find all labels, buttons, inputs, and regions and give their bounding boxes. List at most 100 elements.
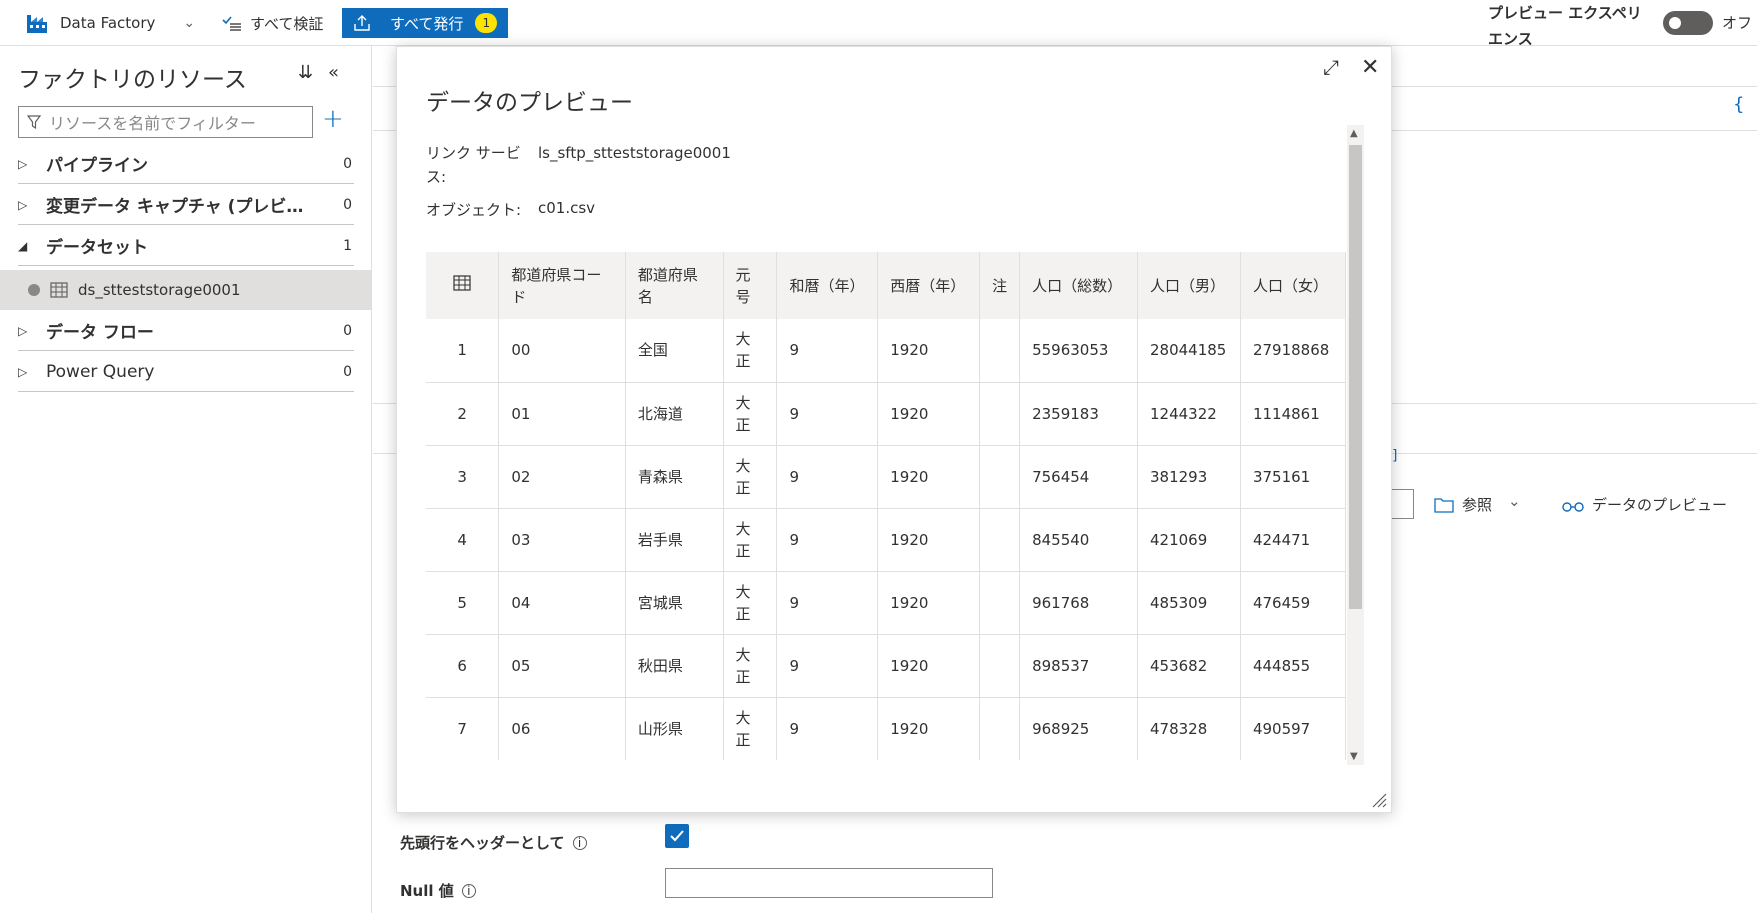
table-cell: 02 (498, 445, 626, 509)
table-cell: 1920 (877, 508, 981, 572)
column-header[interactable]: 元号 (723, 252, 778, 319)
toggle-state-label: オフ (1722, 14, 1753, 32)
table-cell: 岩手県 (625, 508, 724, 572)
null-value-text: Null 値 (400, 882, 454, 900)
table-cell: 大正 (723, 508, 778, 572)
table-cell: 453682 (1137, 634, 1241, 698)
status-dot-icon (28, 284, 40, 296)
close-icon[interactable]: ✕ (1361, 55, 1379, 80)
info-icon: i (461, 883, 476, 898)
row-index-cell: 5 (426, 571, 500, 635)
expand-icon: ▷ (18, 323, 28, 338)
scrollbar-thumb[interactable] (1349, 145, 1362, 609)
table-cell (979, 319, 1021, 383)
preview-table-container[interactable]: 都道府県コード 都道府県名 元号 和暦（年） 西暦（年） 注 人口（総数） 人口… (426, 252, 1346, 760)
table-cell: 大正 (723, 697, 778, 760)
table-scrollbar[interactable]: ▲ ▼ (1347, 125, 1364, 765)
table-cell: 756454 (1019, 445, 1138, 509)
table-cell: 9 (776, 571, 879, 635)
info-icon: i (572, 835, 587, 850)
tree-item-change-data-capture[interactable]: ▷ 変更データ キャプチャ (プレビ… 0 (18, 185, 354, 225)
table-cell: 01 (498, 382, 626, 446)
table-cell: 1920 (877, 319, 981, 383)
validate-icon (222, 16, 241, 31)
dataset-item-label: ds_stteststorage0001 (78, 281, 241, 299)
filter-placeholder: リソースを名前でフィルター (49, 114, 256, 133)
publish-all-button[interactable]: すべて発行 1 (342, 8, 508, 38)
table-cell: 490597 (1240, 697, 1346, 760)
table-cell: 00 (498, 319, 626, 383)
linked-service-label: リンク サービス: (426, 144, 521, 186)
glasses-icon (1562, 501, 1584, 512)
resize-handle-icon[interactable] (1371, 792, 1387, 808)
collapse-all-icon[interactable]: ⇊ (298, 62, 313, 83)
brand-menu[interactable]: Data Factory ⌄ (26, 0, 195, 46)
scroll-down-icon[interactable]: ▼ (1350, 751, 1358, 762)
column-header[interactable]: 西暦（年） (877, 252, 981, 319)
browse-button[interactable]: 参照 (1434, 494, 1492, 515)
tree-item-label: データセット (46, 238, 148, 258)
table-cell (979, 697, 1021, 760)
column-header[interactable]: 注 (979, 252, 1021, 319)
collapse-icon: ◢ (18, 238, 28, 253)
resource-filter-input[interactable]: リソースを名前でフィルター (18, 106, 313, 138)
table-cell: 476459 (1240, 571, 1346, 635)
table-cell: 421069 (1137, 508, 1241, 572)
tree-item-count: 1 (343, 237, 352, 254)
table-cell: 青森県 (625, 445, 724, 509)
folder-icon (1434, 497, 1454, 513)
browse-dropdown-chevron-icon[interactable]: ⌄ (1508, 492, 1521, 510)
table-row: 6 05 秋田県 大正 9 1920 898537 453682 444855 (426, 634, 1346, 698)
table-cell: 961768 (1019, 571, 1138, 635)
table-row: 7 06 山形県 大正 9 1920 968925 478328 490597 (426, 697, 1346, 760)
publish-all-label: すべて発行 (390, 14, 464, 33)
null-value-label: Null 値 i (400, 880, 476, 901)
tree-item-count: 0 (343, 196, 352, 213)
table-cell: 478328 (1137, 697, 1241, 760)
table-cell: 9 (776, 319, 879, 383)
table-cell: 9 (776, 445, 879, 509)
table-header-row: 都道府県コード 都道府県名 元号 和暦（年） 西暦（年） 注 人口（総数） 人口… (426, 252, 1346, 319)
expand-icon: ▷ (18, 197, 28, 212)
table-cell (979, 634, 1021, 698)
table-cell: 1920 (877, 382, 981, 446)
top-bar: Data Factory ⌄ すべて検証 すべて発行 1 プレビュー エクスペリ… (0, 0, 1757, 48)
table-cell (979, 445, 1021, 509)
preview-experience-toggle[interactable] (1663, 11, 1713, 35)
code-view-icon[interactable]: { (1733, 94, 1744, 115)
expand-icon[interactable]: ⤢ (1323, 55, 1339, 79)
tree-item-datasets[interactable]: ◢ データセット 1 (18, 226, 354, 266)
dataset-item[interactable]: ds_stteststorage0001 (0, 270, 371, 310)
table-cell: 大正 (723, 571, 778, 635)
factory-resources-panel: ファクトリのリソース ⇊ « リソースを名前でフィルター + ▷ パイプライン … (0, 46, 372, 913)
tree-item-pipelines[interactable]: ▷ パイプライン 0 (18, 144, 354, 184)
tree-item-count: 0 (343, 155, 352, 172)
column-header[interactable]: 人口（総数） (1019, 252, 1138, 319)
table-icon (453, 274, 471, 291)
column-header[interactable]: 都道府県名 (625, 252, 724, 319)
preview-data-button[interactable]: データのプレビュー (1562, 494, 1727, 515)
dialog-title: データのプレビュー (426, 90, 633, 116)
brand-label: Data Factory (60, 14, 156, 32)
null-value-input[interactable] (665, 868, 993, 898)
linked-service-value: ls_sftp_stteststorage0001 (538, 144, 731, 162)
tree-item-power-query[interactable]: ▷ Power Query 0 (18, 352, 354, 392)
table-cell: 山形県 (625, 697, 724, 760)
column-header[interactable]: 人口（女） (1240, 252, 1346, 319)
collapse-panel-icon[interactable]: « (328, 62, 339, 83)
expand-icon: ▷ (18, 364, 28, 379)
upload-icon (354, 15, 370, 31)
validate-all-button[interactable]: すべて検証 (222, 0, 323, 46)
table-cell: 05 (498, 634, 626, 698)
row-index-cell: 7 (426, 697, 500, 760)
tree-item-data-flows[interactable]: ▷ データ フロー 0 (18, 311, 354, 351)
row-index-cell: 4 (426, 508, 500, 572)
column-header[interactable]: 人口（男） (1137, 252, 1241, 319)
column-header[interactable]: 和暦（年） (776, 252, 879, 319)
column-header[interactable]: 都道府県コード (498, 252, 626, 319)
table-cell: 1920 (877, 445, 981, 509)
scroll-up-icon[interactable]: ▲ (1350, 128, 1358, 139)
first-row-header-text: 先頭行をヘッダーとして (400, 834, 565, 852)
first-row-header-checkbox[interactable] (665, 824, 689, 848)
add-resource-button[interactable]: + (322, 104, 344, 134)
